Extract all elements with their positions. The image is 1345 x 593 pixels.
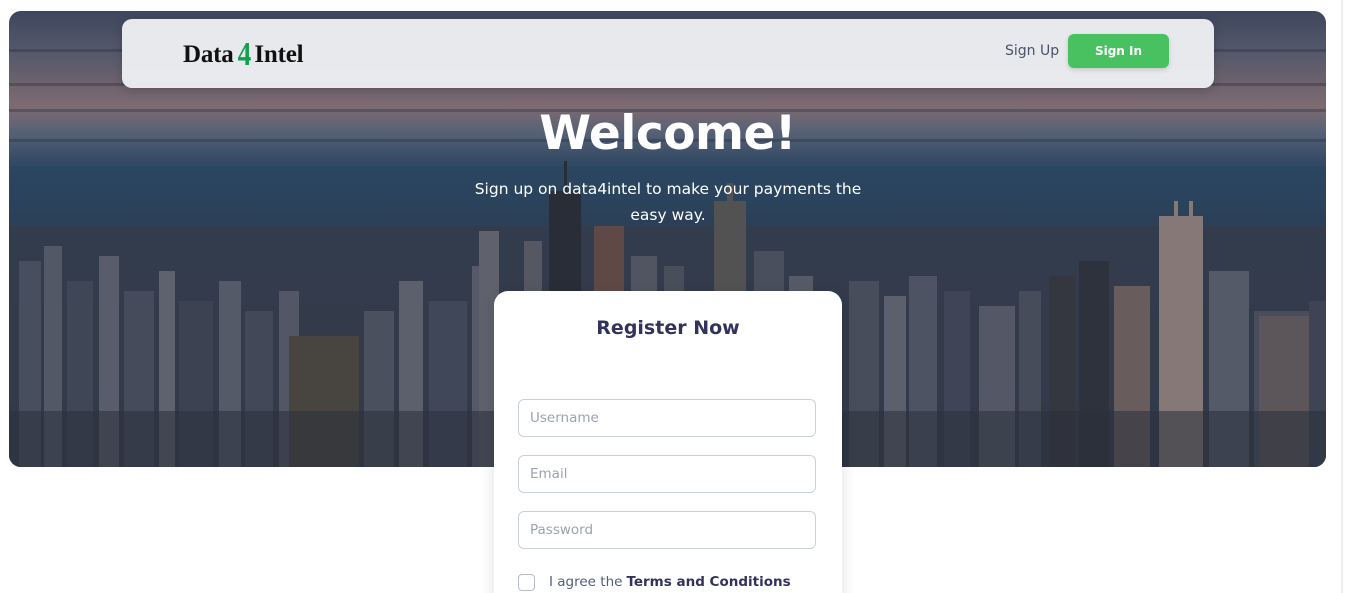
username-input[interactable]: [518, 399, 816, 437]
hero-subtitle: Sign up on data4intel to make your payme…: [474, 180, 862, 224]
password-input[interactable]: [518, 511, 816, 549]
brand-number: 4: [237, 36, 251, 73]
terms-link[interactable]: Terms and Conditions: [626, 574, 790, 590]
terms-checkbox[interactable]: [518, 573, 535, 591]
terms-row: I agree the Terms and Conditions: [518, 571, 791, 593]
top-navbar: Data 4 Intel Sign Up Sign In: [122, 19, 1214, 88]
email-input[interactable]: [518, 455, 816, 493]
hero-title: Welcome!: [539, 106, 796, 161]
scrollbar-track[interactable]: [1341, 0, 1343, 593]
page: Data 4 Intel Sign Up Sign In Welcome! Si…: [0, 0, 1345, 593]
brand-suffix: Intel: [254, 41, 304, 68]
register-card: Register Now I agree the Terms and Condi…: [494, 291, 842, 593]
brand-logo[interactable]: Data 4 Intel: [183, 36, 304, 73]
register-title: Register Now: [596, 317, 740, 339]
sign-up-link[interactable]: Sign Up: [1005, 43, 1059, 59]
terms-prefix: I agree the: [549, 574, 623, 590]
brand-prefix: Data: [183, 41, 234, 68]
sign-in-button[interactable]: Sign In: [1068, 34, 1169, 68]
